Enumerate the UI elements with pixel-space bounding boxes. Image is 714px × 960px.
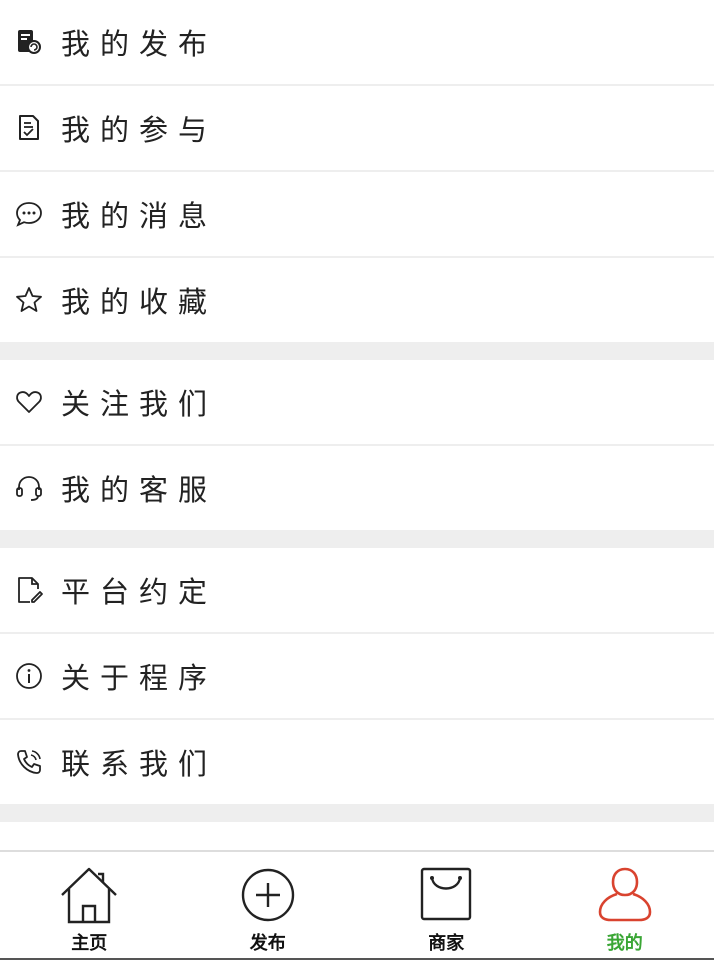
group-divider — [0, 530, 714, 548]
publish-icon — [14, 27, 44, 57]
menu-item-follow-us[interactable]: 关注我们 — [0, 360, 714, 446]
menu-item-label: 关注我们 — [61, 387, 218, 421]
tab-merchants[interactable]: 商家 — [357, 852, 536, 960]
menu-item-label: 我的客服 — [61, 473, 218, 507]
menu-item-label: 关于程序 — [61, 661, 218, 695]
menu-list: 我的发布 我的参与 我的消息 我的收藏 关注我们 我的客服 平台约定 关于程序 … — [0, 0, 714, 862]
tab-mine[interactable]: 我的 — [536, 852, 714, 960]
tab-label: 我的 — [606, 933, 643, 954]
phone-icon — [14, 747, 44, 777]
user-icon — [595, 864, 655, 926]
headset-icon — [14, 473, 44, 503]
menu-item-my-posts[interactable]: 我的发布 — [0, 0, 714, 86]
heart-icon — [14, 387, 44, 417]
tab-home[interactable]: 主页 — [0, 852, 179, 960]
plus-circle-icon — [238, 864, 298, 926]
tab-label: 商家 — [428, 933, 465, 954]
menu-item-my-messages[interactable]: 我的消息 — [0, 172, 714, 258]
profile-screen: 我的发布 我的参与 我的消息 我的收藏 关注我们 我的客服 平台约定 关于程序 … — [0, 0, 714, 960]
edit-document-icon — [14, 575, 44, 605]
checklist-icon — [14, 113, 44, 143]
home-icon — [59, 864, 119, 926]
menu-item-my-favorites[interactable]: 我的收藏 — [0, 258, 714, 342]
tab-label: 发布 — [249, 933, 286, 954]
tab-publish[interactable]: 发布 — [179, 852, 358, 960]
menu-item-label: 我的发布 — [61, 27, 218, 61]
info-icon — [14, 661, 44, 691]
menu-item-about-app[interactable]: 关于程序 — [0, 634, 714, 720]
menu-item-contact-us[interactable]: 联系我们 — [0, 720, 714, 804]
menu-item-platform-terms[interactable]: 平台约定 — [0, 548, 714, 634]
menu-item-my-participation[interactable]: 我的参与 — [0, 86, 714, 172]
menu-item-label: 我的参与 — [61, 113, 218, 147]
group-divider — [0, 804, 714, 822]
group-divider — [0, 342, 714, 360]
menu-item-label: 我的收藏 — [61, 285, 218, 319]
menu-item-customer-service[interactable]: 我的客服 — [0, 446, 714, 530]
chat-bubble-icon — [14, 199, 44, 229]
star-icon — [14, 285, 44, 315]
menu-item-label: 平台约定 — [61, 575, 218, 609]
shopping-bag-icon — [416, 864, 476, 926]
tab-label: 主页 — [71, 933, 108, 954]
menu-item-label: 我的消息 — [61, 199, 218, 233]
menu-item-label: 联系我们 — [61, 747, 218, 781]
bottom-tab-bar: 主页 发布 商家 我的 — [0, 850, 714, 960]
